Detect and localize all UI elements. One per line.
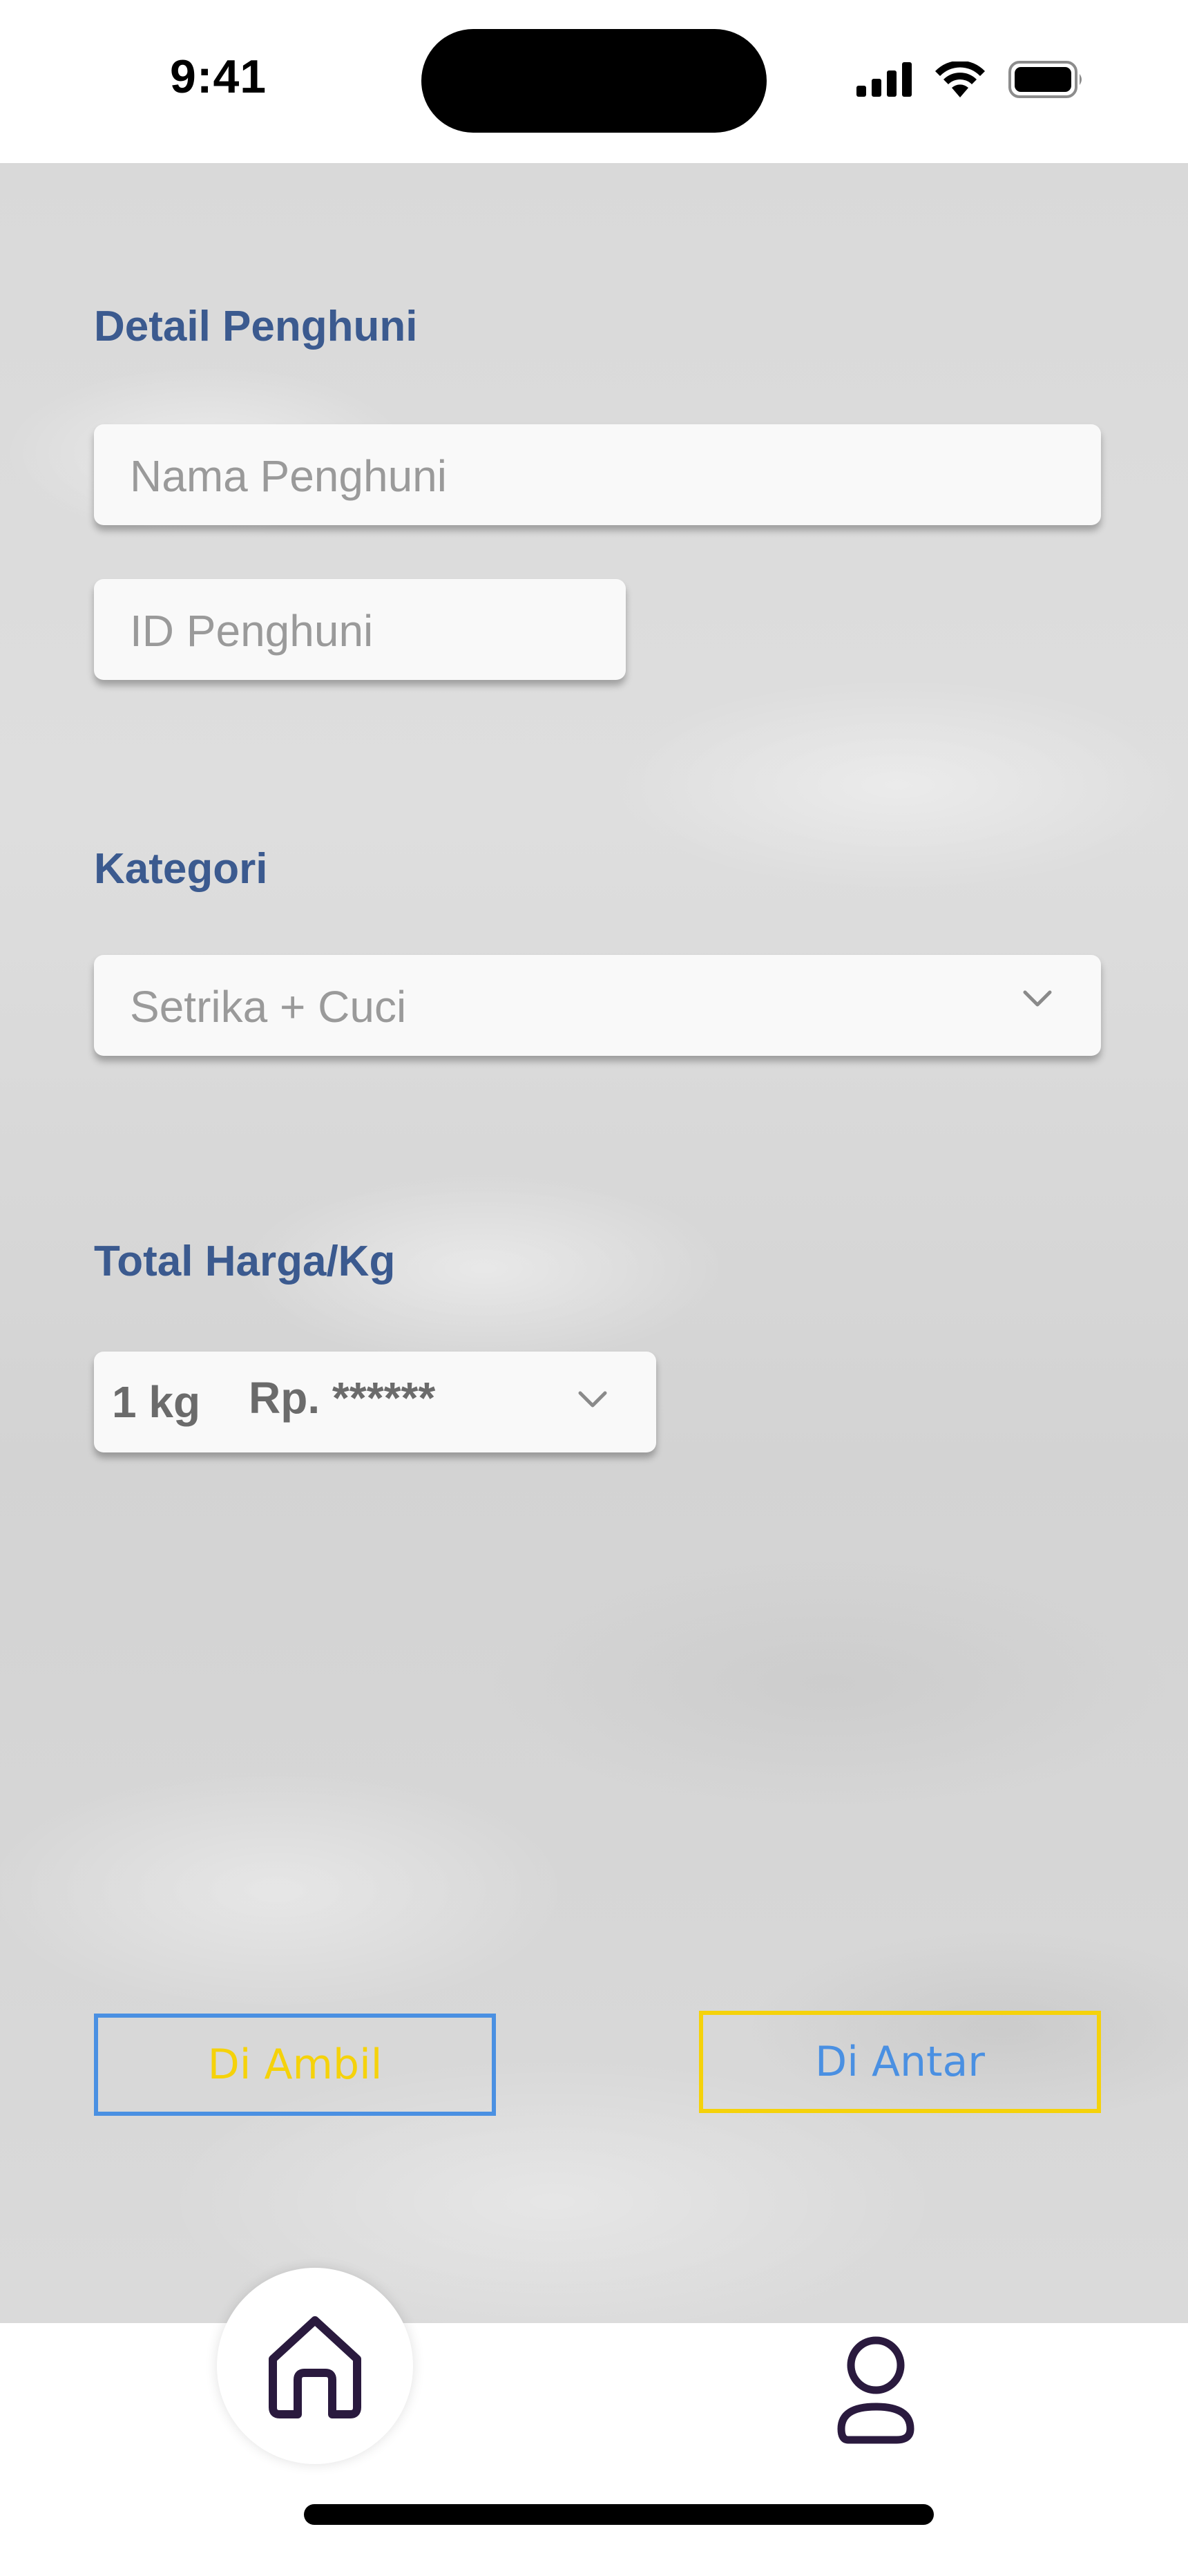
category-selected-value: Setrika + Cuci — [130, 982, 407, 1032]
nav-profile-button[interactable] — [816, 2329, 935, 2453]
chevron-down-icon — [1023, 990, 1052, 1007]
nav-home-button[interactable] — [217, 2268, 413, 2464]
pickup-button[interactable]: Di Ambil — [94, 2014, 496, 2116]
delivery-button-label: Di Antar — [815, 2038, 985, 2086]
status-icons — [856, 61, 1084, 98]
bottom-navigation — [0, 2323, 1188, 2576]
price-title: Total Harga/Kg — [94, 1238, 396, 1285]
home-icon — [269, 2316, 361, 2418]
dynamic-island — [421, 29, 767, 133]
resident-name-placeholder: Nama Penghuni — [130, 451, 447, 501]
status-bar: 9:41 — [0, 0, 1188, 163]
price-value: Rp. ****** — [249, 1373, 436, 1423]
resident-id-placeholder: ID Penghuni — [130, 606, 374, 656]
price-quantity: 1 kg — [112, 1377, 201, 1427]
category-select[interactable]: Setrika + Cuci — [94, 955, 1101, 1056]
delivery-button[interactable]: Di Antar — [699, 2011, 1101, 2113]
phone-screen: 9:41 Detail Penghuni Nama Penghuni ID Pe… — [0, 0, 1188, 2576]
chevron-down-icon — [578, 1391, 607, 1408]
battery-icon — [1008, 61, 1082, 98]
wifi-icon — [935, 61, 985, 97]
resident-details-title: Detail Penghuni — [94, 303, 418, 350]
status-time: 9:41 — [170, 50, 267, 103]
pickup-button-label: Di Ambil — [207, 2040, 383, 2089]
user-icon — [837, 2336, 914, 2444]
price-select[interactable]: 1 kg Rp. ****** — [94, 1352, 656, 1452]
resident-id-input[interactable]: ID Penghuni — [94, 579, 626, 680]
resident-name-input[interactable]: Nama Penghuni — [94, 424, 1101, 525]
home-indicator — [304, 2504, 934, 2525]
cellular-signal-icon — [856, 62, 912, 97]
category-title: Kategori — [94, 845, 268, 893]
